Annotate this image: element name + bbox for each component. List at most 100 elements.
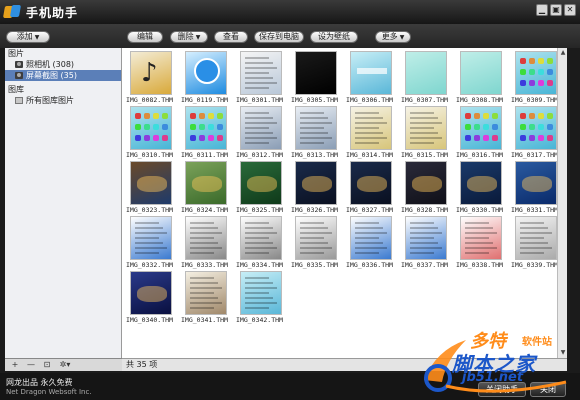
photo-thumbnail[interactable]: IMG_0336.THM: [346, 216, 396, 269]
photo-thumbnail[interactable]: IMG_0333.THM: [181, 216, 231, 269]
edit-button[interactable]: 编辑: [127, 31, 163, 43]
album-view-button[interactable]: ⊡: [40, 360, 54, 370]
thumbnail-detail: [245, 82, 277, 84]
photo-thumbnail[interactable]: IMG_0324.THM: [181, 161, 231, 214]
thumbnail-detail: [190, 124, 196, 130]
thumbnail-detail: [538, 124, 544, 130]
photo-thumbnail[interactable]: IMG_0335.THM: [291, 216, 341, 269]
thumbnail-filename: IMG_0333.THM: [181, 261, 228, 269]
photo-thumbnail[interactable]: IMG_0309.THM: [511, 51, 557, 104]
photo-thumbnail[interactable]: IMG_0331.THM: [511, 161, 557, 214]
photo-thumbnail[interactable]: IMG_0301.THM: [236, 51, 286, 104]
thumbnail-filename: IMG_0336.THM: [346, 261, 393, 269]
thumbnail-detail: ♪: [141, 58, 158, 88]
thumbnail-detail: [135, 247, 167, 249]
photo-thumbnail[interactable]: IMG_0312.THM: [236, 106, 286, 159]
settings-menu-button[interactable]: ✲▾: [56, 360, 74, 370]
photo-thumbnail[interactable]: IMG_0330.THM: [456, 161, 506, 214]
photo-thumbnail[interactable]: IMG_0325.THM: [236, 161, 286, 214]
photo-thumbnail[interactable]: IMG_0326.THM: [291, 161, 341, 214]
thumbnail-detail: [162, 124, 168, 130]
photo-thumbnail[interactable]: IMG_0342.THM: [236, 271, 286, 324]
thumbnail-detail: [465, 232, 497, 234]
photo-thumbnail[interactable]: IMG_0314.THM: [346, 106, 396, 159]
thumbnail-detail: [410, 232, 442, 234]
photo-thumbnail[interactable]: IMG_0332.THM: [126, 216, 176, 269]
save-to-pc-button[interactable]: 保存到电脑: [254, 31, 304, 43]
photo-thumbnail[interactable]: IMG_0306.THM: [346, 51, 396, 104]
thumbnail-image: [405, 161, 447, 205]
thumbnail-detail: [135, 227, 163, 229]
thumbnail-image: [460, 106, 502, 150]
thumbnail-detail: [410, 227, 438, 229]
photo-thumbnail[interactable]: IMG_0119.THM: [181, 51, 231, 104]
thumbnail-detail: [538, 135, 544, 141]
thumbnail-detail: [190, 292, 214, 294]
close-button[interactable]: ✕: [564, 4, 576, 16]
set-wallpaper-button[interactable]: 设为壁纸: [310, 31, 358, 43]
thumbnail-detail: [474, 124, 480, 130]
photo-thumbnail[interactable]: IMG_0313.THM: [291, 106, 341, 159]
photo-thumbnail[interactable]: IMG_0310.THM: [126, 106, 176, 159]
photo-thumbnail[interactable]: ♪ IMG_0082.THM: [126, 51, 176, 104]
photo-thumbnail[interactable]: IMG_0308.THM: [456, 51, 506, 104]
thumbnail-image: [460, 161, 502, 205]
thumbnail-grid: ♪ IMG_0082.THM IMG_0119.THM IMG_0301.THM IMG…: [122, 48, 557, 358]
thumbnail-detail: [410, 137, 442, 139]
thumbnail-detail: [137, 286, 167, 302]
add-album-button[interactable]: +: [8, 360, 22, 370]
thumbnail-detail: [137, 176, 167, 192]
photo-thumbnail[interactable]: IMG_0323.THM: [126, 161, 176, 214]
photo-thumbnail[interactable]: IMG_0311.THM: [181, 106, 231, 159]
maximize-button[interactable]: ▣: [550, 4, 562, 16]
close-footer-button[interactable]: 关闭: [530, 382, 566, 397]
thumbnail-filename: IMG_0340.THM: [126, 316, 173, 324]
delete-button[interactable]: 删除 ▼: [170, 31, 208, 43]
thumbnail-detail: [190, 252, 214, 254]
photo-thumbnail[interactable]: IMG_0340.THM: [126, 271, 176, 324]
thumbnail-detail: [217, 135, 223, 141]
photo-thumbnail[interactable]: IMG_0305.THM: [291, 51, 341, 104]
scroll-down-icon[interactable]: ▼: [559, 349, 567, 357]
thumbnail-filename: IMG_0119.THM: [181, 96, 228, 104]
sidebar-item-screenshots[interactable]: 屏幕截图 (35): [5, 70, 121, 81]
photo-thumbnail[interactable]: IMG_0338.THM: [456, 216, 506, 269]
photo-thumbnail[interactable]: IMG_0341.THM: [181, 271, 231, 324]
more-button[interactable]: 更多 ▼: [375, 31, 411, 43]
thumbnail-detail: [465, 124, 471, 130]
thumbnail-image: [405, 51, 447, 95]
thumbnail-image: [240, 51, 282, 95]
thumbnail-filename: IMG_0339.THM: [511, 261, 557, 269]
photo-thumbnail[interactable]: IMG_0328.THM: [401, 161, 451, 214]
minimize-button[interactable]: ▁: [536, 4, 548, 16]
sidebar-item-camera[interactable]: 照相机 (308): [5, 59, 121, 70]
thumbnail-detail: [190, 222, 214, 224]
scroll-up-icon[interactable]: ▲: [559, 49, 567, 57]
thumbnail-detail: [538, 80, 544, 86]
photo-thumbnail[interactable]: IMG_0317.THM: [511, 106, 557, 159]
view-button[interactable]: 查看: [214, 31, 248, 43]
app-title: 手机助手: [26, 5, 79, 20]
remove-album-button[interactable]: —: [24, 360, 38, 370]
thumbnail-image: [185, 161, 227, 205]
thumbnail-image: [295, 106, 337, 150]
photo-thumbnail[interactable]: IMG_0307.THM: [401, 51, 451, 104]
sidebar-item-all-library[interactable]: 所有图库图片: [5, 95, 121, 106]
photo-thumbnail[interactable]: IMG_0334.THM: [236, 216, 286, 269]
thumbnail-detail: [162, 135, 168, 141]
thumbnail-detail: [245, 67, 277, 69]
photo-thumbnail[interactable]: IMG_0339.THM: [511, 216, 557, 269]
thumbnail-detail: [245, 252, 269, 254]
photo-thumbnail[interactable]: IMG_0315.THM: [401, 106, 451, 159]
thumbnail-detail: [245, 87, 269, 89]
photo-thumbnail[interactable]: IMG_0316.THM: [456, 106, 506, 159]
vertical-scrollbar[interactable]: ▲ ▼: [557, 48, 567, 358]
thumbnail-detail: [135, 237, 159, 239]
thumbnail-image: [515, 216, 557, 260]
photo-thumbnail[interactable]: IMG_0337.THM: [401, 216, 451, 269]
add-button[interactable]: 添加 ▼: [6, 31, 50, 43]
thumbnail-detail: [529, 58, 535, 64]
photo-thumbnail[interactable]: IMG_0327.THM: [346, 161, 396, 214]
thumbnail-detail: [245, 227, 273, 229]
thumbnail-detail: [300, 117, 328, 119]
